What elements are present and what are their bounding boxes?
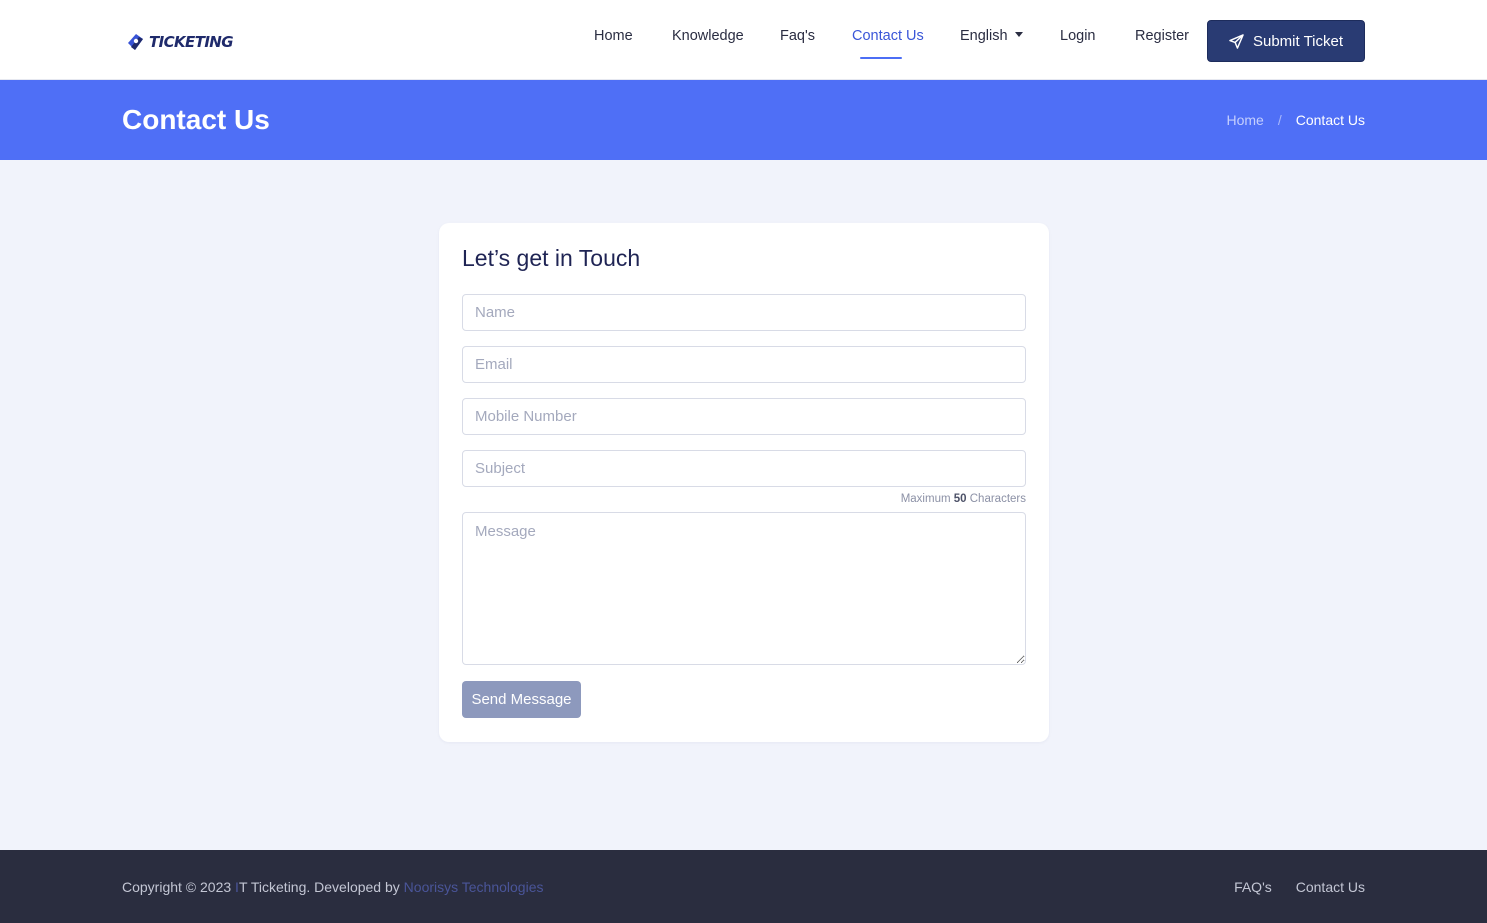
breadcrumb-separator: / bbox=[1277, 112, 1282, 128]
submit-ticket-button[interactable]: Submit Ticket bbox=[1207, 20, 1365, 62]
language-dropdown[interactable]: English bbox=[960, 28, 1023, 44]
copyright-text: Copyright © 2023 IT Ticketing. Developed… bbox=[122, 879, 544, 895]
footer: Copyright © 2023 IT Ticketing. Developed… bbox=[0, 850, 1487, 923]
message-textarea[interactable] bbox=[462, 512, 1026, 665]
hint-suffix: Characters bbox=[969, 493, 1026, 505]
footer-link-faqs[interactable]: FAQ's bbox=[1234, 879, 1272, 895]
brand-name: TICKETING bbox=[149, 33, 234, 51]
developer-link[interactable]: Noorisys Technologies bbox=[404, 879, 544, 895]
nav-login[interactable]: Login bbox=[1060, 28, 1095, 44]
copyright-middle: T Ticketing. Developed by bbox=[238, 879, 400, 895]
breadcrumb-current: Contact Us bbox=[1295, 112, 1365, 128]
nav-contact-us[interactable]: Contact Us bbox=[852, 28, 924, 44]
mobile-number-input[interactable] bbox=[462, 398, 1026, 435]
page-banner: Contact Us Home / Contact Us bbox=[0, 80, 1487, 160]
active-nav-indicator bbox=[860, 57, 902, 59]
language-label: English bbox=[960, 28, 1008, 44]
nav-home[interactable]: Home bbox=[594, 28, 633, 44]
breadcrumb: Home / Contact Us bbox=[1227, 112, 1366, 128]
nav-knowledge[interactable]: Knowledge bbox=[672, 28, 744, 44]
name-input[interactable] bbox=[462, 294, 1026, 331]
send-message-button[interactable]: Send Message bbox=[462, 681, 581, 718]
hint-prefix: Maximum bbox=[900, 493, 951, 505]
hint-count: 50 bbox=[953, 493, 967, 505]
form-title: Let’s get in Touch bbox=[462, 245, 641, 271]
ticket-logo-icon bbox=[128, 34, 143, 50]
breadcrumb-home[interactable]: Home bbox=[1227, 112, 1264, 128]
copyright-prefix: Copyright © 2023 bbox=[122, 879, 232, 895]
caret-down-icon bbox=[1014, 32, 1023, 37]
logo[interactable]: TICKETING bbox=[124, 31, 234, 53]
header: TICKETING Home Knowledge Faq's Contact U… bbox=[0, 0, 1487, 80]
nav-register[interactable]: Register bbox=[1135, 28, 1189, 44]
contact-form-card: Let’s get in Touch Maximum 50 Characters… bbox=[439, 223, 1049, 742]
page-title: Contact Us bbox=[122, 104, 270, 135]
subject-character-hint: Maximum 50 Characters bbox=[901, 493, 1026, 505]
footer-link-contact-us[interactable]: Contact Us bbox=[1296, 879, 1365, 895]
subject-input[interactable] bbox=[462, 450, 1026, 487]
email-input[interactable] bbox=[462, 346, 1026, 383]
submit-ticket-label: Submit Ticket bbox=[1252, 32, 1344, 50]
nav-faqs[interactable]: Faq's bbox=[780, 28, 815, 44]
footer-links: FAQ's Contact Us bbox=[1234, 879, 1365, 895]
paper-plane-icon bbox=[1229, 33, 1244, 49]
